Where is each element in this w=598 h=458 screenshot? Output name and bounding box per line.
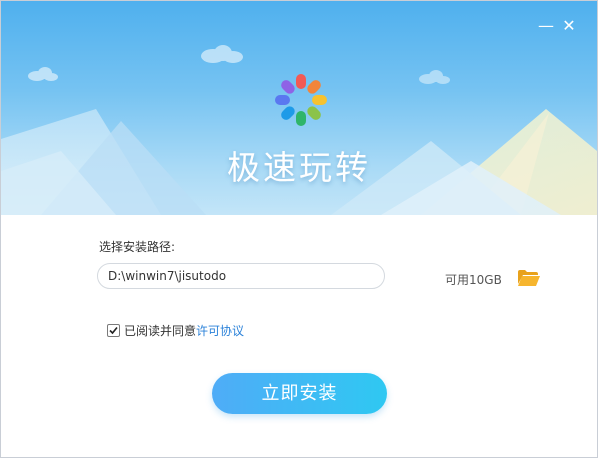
free-space-text: 可用10GB [445, 273, 502, 287]
installer-window: — ✕ 极速玩转 选择安装路径: 可用10GB 已阅读并同意 许可协议 立即安装 [0, 0, 598, 458]
app-title: 极速玩转 [227, 148, 371, 187]
agreement-checkbox[interactable] [107, 323, 120, 337]
logo-petal [281, 80, 295, 94]
install-path-label: 选择安装路径: [99, 240, 176, 254]
logo-petal [312, 95, 327, 105]
minimize-button[interactable]: — [535, 15, 557, 37]
install-path-input[interactable] [97, 263, 385, 289]
logo-petal [281, 106, 295, 120]
header-banner: — ✕ 极速玩转 [1, 1, 597, 215]
color-wheel-logo-icon [275, 74, 327, 126]
agreement-row: 已阅读并同意 许可协议 [107, 321, 244, 339]
install-now-button[interactable]: 立即安装 [212, 373, 387, 414]
cloud-icon [201, 45, 243, 63]
logo-petal [296, 74, 306, 89]
folder-icon[interactable] [517, 269, 541, 287]
logo-petal [307, 80, 321, 94]
license-agreement-link[interactable]: 许可协议 [196, 322, 244, 339]
checkmark-icon [109, 326, 118, 334]
logo-petal [296, 111, 306, 126]
close-button[interactable]: ✕ [558, 15, 580, 37]
logo-petal [275, 95, 290, 105]
agreement-text: 已阅读并同意 [124, 323, 197, 338]
logo-petal [307, 106, 321, 120]
